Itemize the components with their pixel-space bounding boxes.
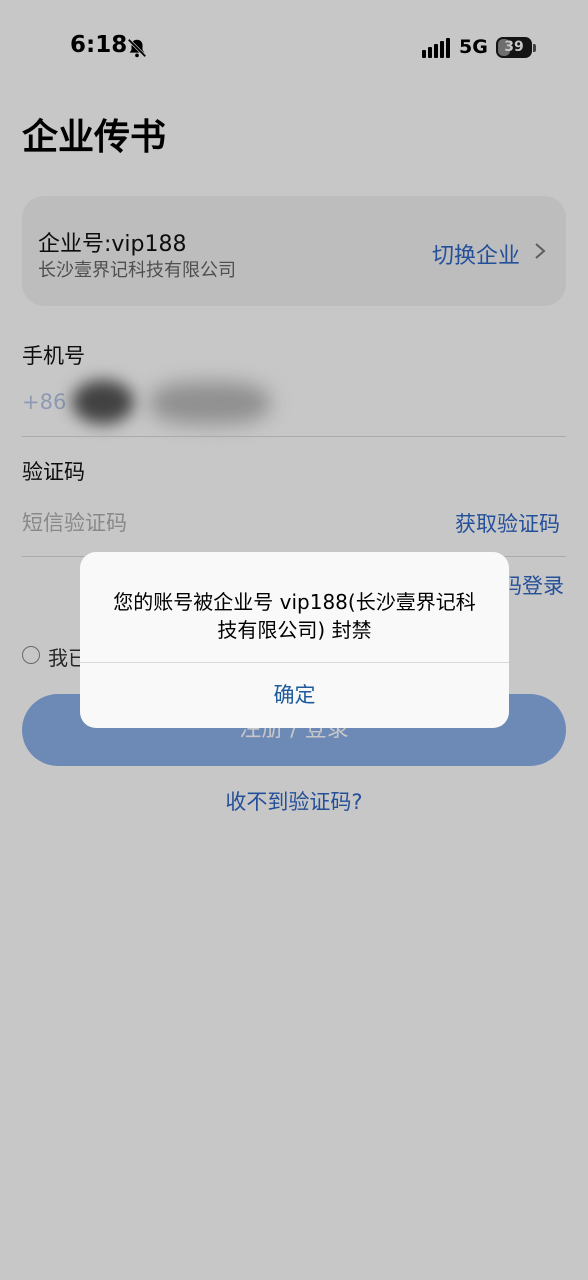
alert-message: 您的账号被企业号 vip188(长沙壹界记科技有限公司) 封禁 [113,590,476,642]
alert-dialog: 您的账号被企业号 vip188(长沙壹界记科技有限公司) 封禁 确定 [80,552,509,728]
confirm-button[interactable]: 确定 [80,663,509,728]
